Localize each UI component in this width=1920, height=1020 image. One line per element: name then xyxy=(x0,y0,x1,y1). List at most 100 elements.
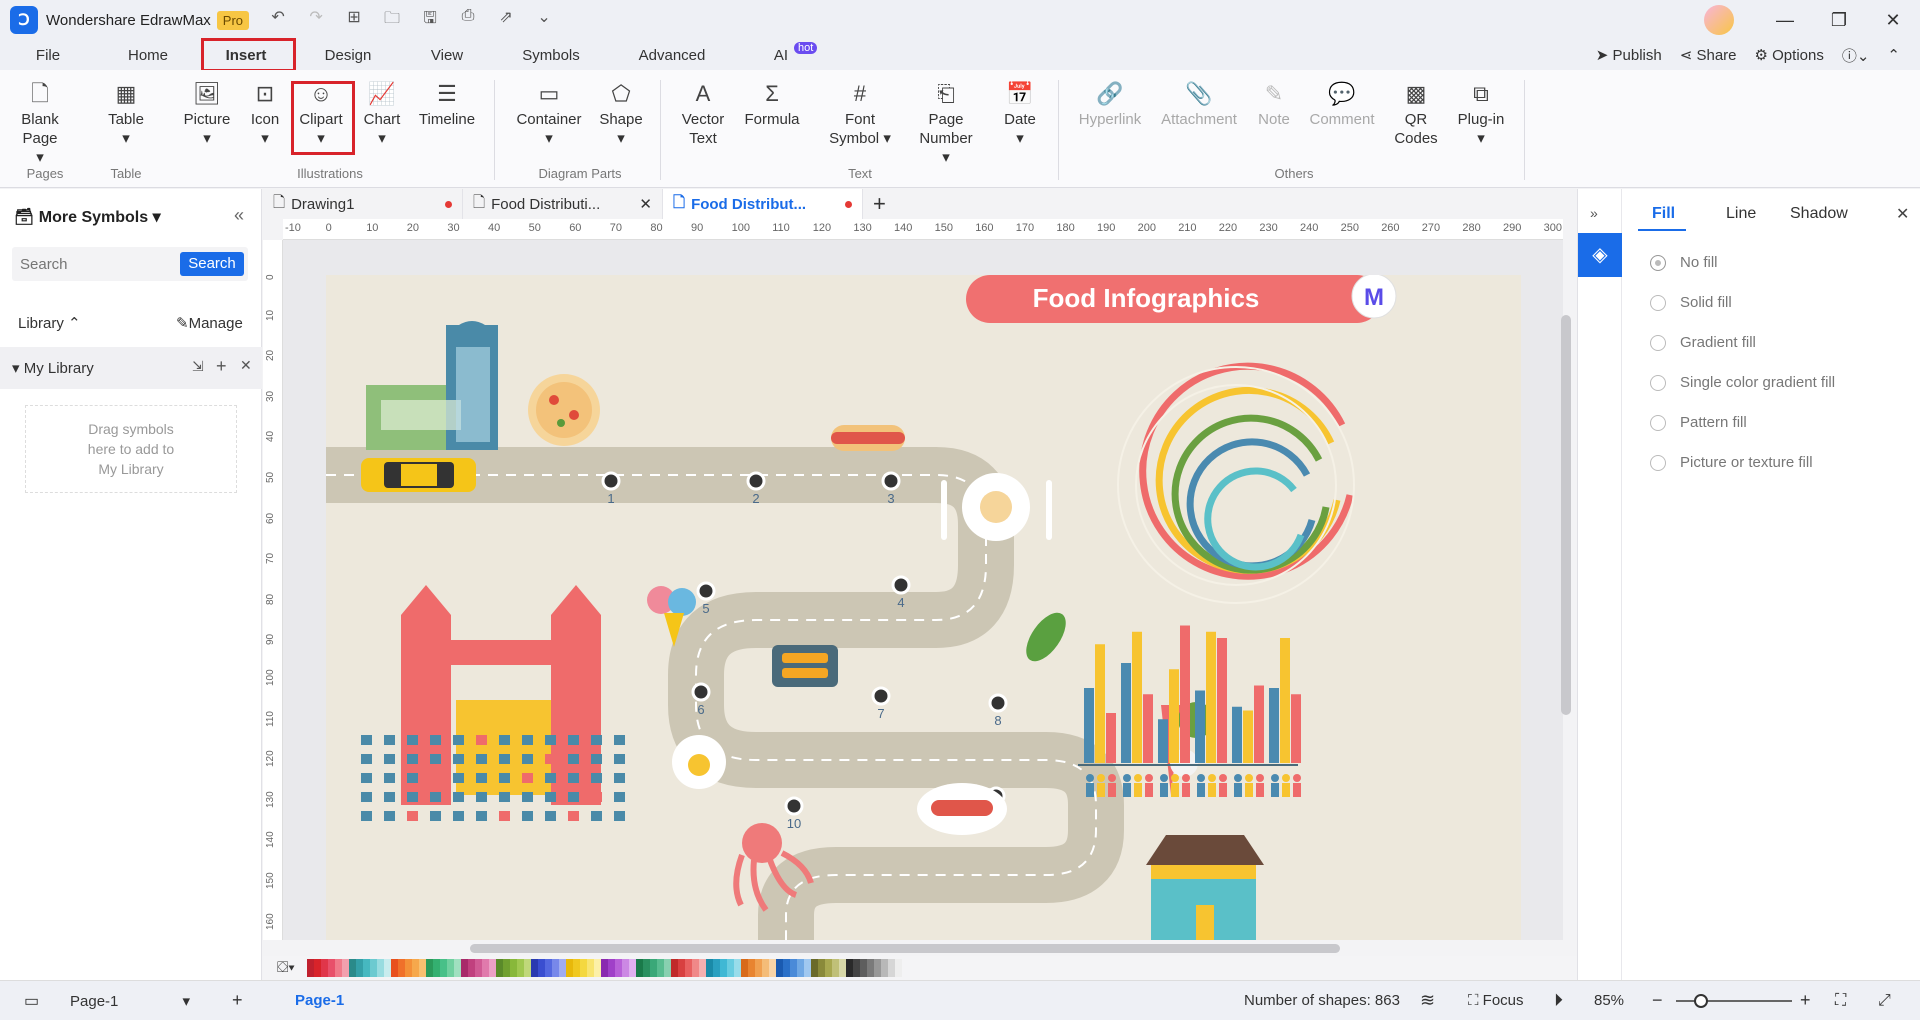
tab-food-distribution-2[interactable]: 🗋 Food Distribut... xyxy=(663,189,863,219)
library-toggle[interactable]: Library ⌃ xyxy=(18,314,81,332)
color-swatch[interactable] xyxy=(538,959,545,977)
bar-chart[interactable] xyxy=(1084,625,1301,764)
search-button[interactable]: Search xyxy=(180,252,244,276)
publish-button[interactable]: ➤ Publish xyxy=(1596,46,1662,64)
castle-building-clipart[interactable] xyxy=(401,585,601,805)
color-swatch[interactable] xyxy=(832,959,839,977)
color-swatch[interactable] xyxy=(454,959,461,977)
add-page-icon[interactable]: + xyxy=(232,990,243,1011)
color-swatch[interactable] xyxy=(664,959,671,977)
fill-panel-icon[interactable]: ◈ xyxy=(1578,233,1622,277)
chart-button[interactable]: 📈 Chart ▾ xyxy=(362,80,402,148)
search-input[interactable] xyxy=(20,253,170,275)
new-tab-icon[interactable]: + xyxy=(863,189,896,219)
tab-line[interactable]: Line xyxy=(1726,205,1756,223)
color-swatch[interactable] xyxy=(748,959,755,977)
city-buildings-clipart[interactable] xyxy=(366,321,498,450)
help-icon[interactable]: ⓘ⌄ xyxy=(1842,45,1870,66)
color-swatch[interactable] xyxy=(797,959,804,977)
color-swatch[interactable] xyxy=(475,959,482,977)
menu-advanced[interactable]: Advanced xyxy=(638,43,706,68)
bar[interactable] xyxy=(1291,694,1301,763)
color-swatch[interactable] xyxy=(699,959,706,977)
color-swatch[interactable] xyxy=(510,959,517,977)
color-swatch[interactable] xyxy=(433,959,440,977)
vector-text-button[interactable]: A Vector Text xyxy=(677,80,729,148)
color-swatch[interactable] xyxy=(650,959,657,977)
color-swatch[interactable] xyxy=(489,959,496,977)
more-symbols-title[interactable]: 🗃 More Symbols ▾ xyxy=(14,207,161,227)
color-swatch[interactable] xyxy=(853,959,860,977)
road-stop-marker[interactable] xyxy=(691,682,711,702)
color-swatch[interactable] xyxy=(426,959,433,977)
color-swatch[interactable] xyxy=(825,959,832,977)
bar[interactable] xyxy=(1232,706,1242,763)
menu-home[interactable]: Home xyxy=(126,43,170,68)
color-swatch[interactable] xyxy=(720,959,727,977)
color-swatch[interactable] xyxy=(706,959,713,977)
new-icon[interactable]: ⊞ xyxy=(343,7,365,34)
drop-zone[interactable]: Drag symbols here to add to My Library xyxy=(25,405,237,493)
comment-button[interactable]: 💬 Comment xyxy=(1306,80,1378,129)
toaster-clipart[interactable] xyxy=(772,645,838,687)
road-stop-marker[interactable] xyxy=(746,471,766,491)
fill-option-picture[interactable]: Picture or texture fill xyxy=(1650,454,1813,471)
tab-drawing1[interactable]: 🗋 Drawing1 xyxy=(263,189,463,219)
undo-icon[interactable]: ↶ xyxy=(267,7,289,34)
zoom-in-icon[interactable]: + xyxy=(1800,990,1811,1011)
road-stop-marker[interactable] xyxy=(988,693,1008,713)
color-swatch[interactable] xyxy=(881,959,888,977)
color-swatch[interactable] xyxy=(608,959,615,977)
color-swatch[interactable] xyxy=(713,959,720,977)
bar[interactable] xyxy=(1169,669,1179,763)
road-stop-marker[interactable] xyxy=(696,581,716,601)
bar[interactable] xyxy=(1084,688,1094,763)
redo-icon[interactable]: ↷ xyxy=(305,7,327,34)
color-swatch[interactable] xyxy=(328,959,335,977)
color-swatch[interactable] xyxy=(636,959,643,977)
options-button[interactable]: ⚙ Options xyxy=(1755,46,1824,64)
blank-page-button[interactable]: 🗋 Blank Page ▾ xyxy=(20,80,60,167)
taxi-clipart[interactable] xyxy=(361,458,476,492)
canvas[interactable]: Food Infographics M 12345678910 xyxy=(283,240,1563,940)
bar[interactable] xyxy=(1206,631,1216,763)
color-swatch[interactable] xyxy=(391,959,398,977)
road-stop-marker[interactable] xyxy=(891,575,911,595)
plugin-button[interactable]: ⧉ Plug-in ▾ xyxy=(1454,80,1508,148)
color-swatch[interactable] xyxy=(846,959,853,977)
attachment-button[interactable]: 📎 Attachment xyxy=(1157,80,1241,129)
color-swatch[interactable] xyxy=(895,959,902,977)
color-swatch[interactable] xyxy=(335,959,342,977)
timeline-button[interactable]: ☰ Timeline xyxy=(416,80,478,129)
export-icon[interactable]: ⇗ xyxy=(495,7,517,34)
road-stop-marker[interactable] xyxy=(601,471,621,491)
customize-chevron-icon[interactable]: ⌄ xyxy=(533,7,555,34)
font-symbol-button[interactable]: # Font Symbol ▾ xyxy=(822,80,898,148)
tab-food-distribution-1[interactable]: 🗋 Food Distributi... ✕ xyxy=(463,189,663,219)
color-swatch[interactable] xyxy=(839,959,846,977)
sausage-plate-clipart[interactable] xyxy=(917,783,1007,835)
color-swatch[interactable] xyxy=(587,959,594,977)
fill-option-pattern[interactable]: Pattern fill xyxy=(1650,414,1747,431)
color-swatch[interactable] xyxy=(888,959,895,977)
color-swatch[interactable] xyxy=(573,959,580,977)
open-folder-icon[interactable]: 🗀 xyxy=(381,7,403,34)
tab-shadow[interactable]: Shadow xyxy=(1790,205,1848,223)
bar[interactable] xyxy=(1217,638,1227,763)
menu-design[interactable]: Design xyxy=(322,43,374,68)
close-window-icon[interactable]: ✕ xyxy=(1866,10,1920,31)
focus-button[interactable]: ⛶ Focus xyxy=(1468,992,1524,1009)
color-swatch[interactable] xyxy=(776,959,783,977)
color-swatch[interactable] xyxy=(811,959,818,977)
fill-option-single-gradient[interactable]: Single color gradient fill xyxy=(1650,374,1835,391)
layers-icon[interactable]: ≋ xyxy=(1420,990,1435,1011)
hotdog-clipart[interactable] xyxy=(831,425,905,451)
color-swatch[interactable] xyxy=(419,959,426,977)
color-swatch[interactable] xyxy=(867,959,874,977)
color-swatch[interactable] xyxy=(321,959,328,977)
bar[interactable] xyxy=(1158,719,1168,763)
restore-icon[interactable]: ❐ xyxy=(1812,10,1866,31)
color-swatch[interactable] xyxy=(440,959,447,977)
color-swatch[interactable] xyxy=(503,959,510,977)
minimize-icon[interactable]: — xyxy=(1758,10,1812,31)
